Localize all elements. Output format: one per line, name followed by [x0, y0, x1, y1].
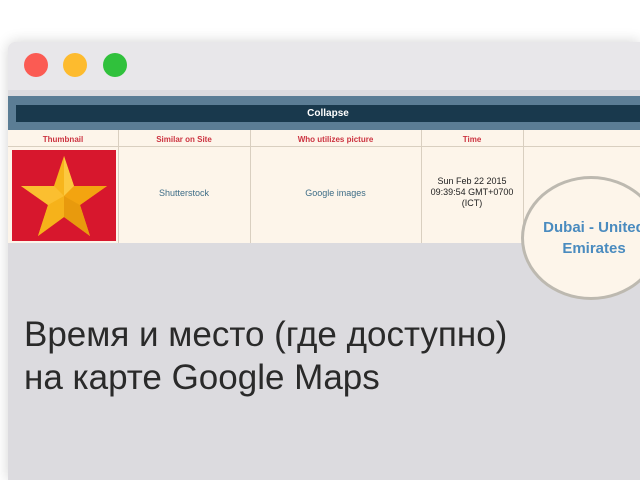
time-zone: (ICT)	[461, 198, 483, 208]
column-divider	[118, 130, 119, 243]
caption-line-2: на карте Google Maps	[24, 358, 380, 397]
time-clock: 09:39:54 GMT+0700	[430, 187, 514, 197]
minimize-window-button[interactable]	[63, 53, 87, 77]
location-line-1: Dubai - United	[543, 219, 640, 236]
time-cell: Sun Feb 22 2015 09:39:54 GMT+0700 (ICT)	[421, 176, 523, 209]
caption-line-1: Время и место (где доступно)	[24, 315, 508, 354]
header-similar: Similar on Site	[156, 135, 212, 144]
column-divider	[250, 130, 251, 243]
header-time: Time	[462, 135, 482, 144]
promo-caption: Время и место (где доступно) на карте Go…	[24, 313, 624, 399]
close-window-button[interactable]	[24, 53, 48, 77]
location-link[interactable]: Dubai - United Emirates	[524, 217, 640, 259]
maximize-window-button[interactable]	[103, 53, 127, 77]
star-icon	[21, 156, 107, 236]
header-divider	[8, 146, 640, 147]
page-content: Collapse Thumbnail Similar on Site Who u…	[8, 90, 640, 480]
collapse-button[interactable]: Collapse	[16, 105, 640, 122]
title-bar	[8, 42, 640, 90]
thumbnail-image[interactable]	[12, 150, 116, 241]
header-thumbnail: Thumbnail	[42, 135, 84, 144]
header-who-utilizes: Who utilizes picture	[297, 135, 374, 144]
location-line-2: Emirates	[562, 240, 626, 257]
time-date: Sun Feb 22 2015	[437, 176, 507, 186]
browser-window: Collapse Thumbnail Similar on Site Who u…	[8, 42, 640, 480]
similar-site-link[interactable]: Shutterstock	[118, 188, 250, 198]
who-utilizes-link[interactable]: Google images	[250, 188, 421, 198]
